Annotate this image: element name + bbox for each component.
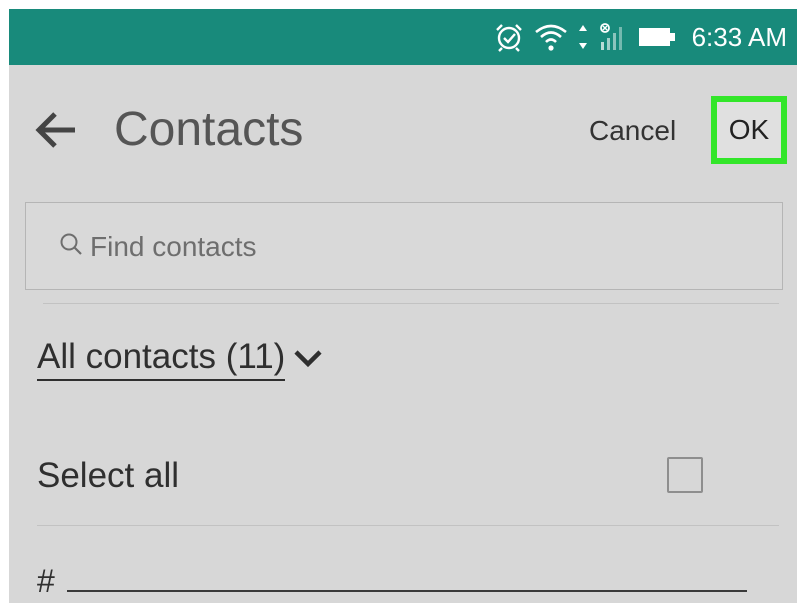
battery-icon (638, 25, 678, 49)
chevron-down-icon (293, 347, 323, 374)
status-bar: 6:33 AM (9, 9, 797, 65)
search-input[interactable]: Find contacts (25, 202, 783, 290)
screen: 6:33 AM Contacts Cancel OK Find contacts… (9, 9, 797, 603)
alarm-icon (494, 22, 524, 52)
status-time: 6:33 AM (691, 21, 787, 52)
search-icon (59, 231, 83, 264)
cancel-button[interactable]: Cancel (589, 113, 676, 149)
divider (37, 525, 779, 526)
contacts-filter-label: All contacts (11) (37, 335, 286, 381)
divider (43, 303, 779, 304)
cell-signal-icon (598, 22, 628, 52)
section-header: # (37, 563, 55, 599)
select-all-label: Select all (37, 456, 180, 495)
select-all-row[interactable]: Select all (9, 439, 797, 509)
page-title: Contacts (114, 103, 304, 156)
back-arrow-icon[interactable] (35, 109, 77, 151)
ok-button[interactable]: OK (711, 96, 787, 164)
contacts-filter-dropdown[interactable]: All contacts (11) (37, 335, 323, 381)
status-icons: 6:33 AM (494, 9, 787, 65)
ok-button-label: OK (728, 114, 770, 145)
search-placeholder: Find contacts (90, 231, 257, 262)
select-all-checkbox[interactable] (667, 457, 703, 493)
data-transfer-icon (578, 23, 588, 51)
wifi-icon (534, 22, 568, 52)
section-underline (67, 590, 747, 592)
